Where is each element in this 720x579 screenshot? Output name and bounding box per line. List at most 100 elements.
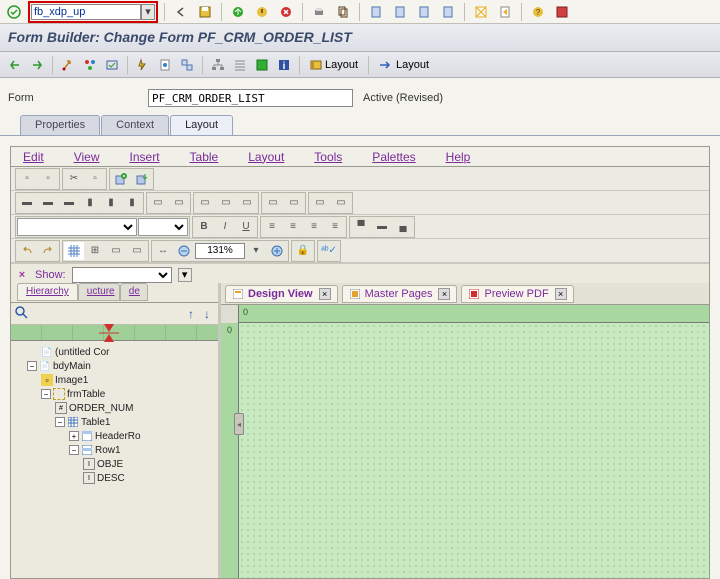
print-icon[interactable] (309, 2, 329, 22)
bold-button[interactable]: B (194, 218, 214, 236)
form-name-input[interactable] (148, 89, 353, 107)
text-align-center-icon[interactable]: ≡ (283, 218, 303, 236)
tree-untitled[interactable]: (untitled Cor (55, 347, 109, 358)
spellcheck-icon[interactable]: ᵃᵇ✓ (319, 242, 339, 260)
command-dropdown[interactable]: ▾ (141, 4, 155, 20)
tree-ordernum[interactable]: ORDER_NUM (69, 403, 133, 414)
snap-icon[interactable]: ⊞ (85, 242, 105, 260)
data-tab[interactable]: de (120, 283, 148, 301)
ok-icon[interactable] (4, 2, 24, 22)
lock-icon[interactable]: 🔒 (293, 242, 313, 260)
back-icon[interactable] (171, 2, 191, 22)
align-left-icon[interactable]: ▬ (17, 194, 37, 212)
align-bottom-icon[interactable]: ▮ (122, 194, 142, 212)
save-icon[interactable] (195, 2, 215, 22)
tab-close-icon[interactable]: × (438, 288, 450, 300)
tab-preview-pdf[interactable]: Preview PDF × (461, 285, 573, 303)
where-used-icon[interactable] (178, 56, 196, 74)
distribute-h-icon[interactable]: ▭ (148, 194, 168, 212)
window-icon[interactable] (253, 56, 271, 74)
same-width-icon[interactable]: ▭ (195, 194, 215, 212)
menu-layout[interactable]: Layout (248, 150, 284, 164)
up-icon[interactable] (228, 2, 248, 22)
test-icon[interactable] (156, 56, 174, 74)
help-icon[interactable]: ? (528, 2, 548, 22)
menu-edit[interactable]: Edit (23, 150, 44, 164)
menu-insert[interactable]: Insert (130, 150, 160, 164)
tree-desc[interactable]: DESC (97, 473, 125, 484)
tab-master-pages[interactable]: Master Pages × (342, 285, 458, 303)
page-next-icon[interactable] (414, 2, 434, 22)
redo-icon[interactable] (38, 242, 58, 260)
tree-table1[interactable]: Table1 (81, 417, 110, 428)
cancel-icon[interactable] (276, 2, 296, 22)
exit-icon[interactable] (252, 2, 272, 22)
menu-palettes[interactable]: Palettes (372, 150, 415, 164)
tab-context[interactable]: Context (101, 115, 169, 135)
new-icon[interactable]: ▫ (17, 170, 37, 188)
list-icon[interactable] (231, 56, 249, 74)
text-align-justify-icon[interactable]: ≡ (325, 218, 345, 236)
zoom-dropdown[interactable]: ▾ (246, 242, 266, 260)
same-height-icon[interactable]: ▭ (216, 194, 236, 212)
font-size-select[interactable] (138, 218, 188, 236)
align-top-icon[interactable]: ▮ (80, 194, 100, 212)
tree-toggle[interactable]: + (69, 431, 79, 441)
italic-button[interactable]: I (215, 218, 235, 236)
tree-bdymain[interactable]: bdyMain (53, 361, 91, 372)
align-center-h-icon[interactable]: ▬ (38, 194, 58, 212)
underline-button[interactable]: U (236, 218, 256, 236)
session-new-icon[interactable] (471, 2, 491, 22)
copy-icon[interactable]: ▫ (85, 170, 105, 188)
tab-layout[interactable]: Layout (170, 115, 233, 135)
cut-icon[interactable]: ✂ (64, 170, 84, 188)
undo-icon[interactable] (17, 242, 37, 260)
align-right-icon[interactable]: ▬ (59, 194, 79, 212)
guides-icon[interactable]: ▭ (127, 242, 147, 260)
menu-table[interactable]: Table (190, 150, 219, 164)
tree-obje[interactable]: OBJE (97, 459, 123, 470)
structure-tab[interactable]: ucture (78, 283, 120, 301)
tab-properties[interactable]: Properties (20, 115, 100, 135)
shortcut-icon[interactable] (495, 2, 515, 22)
ruler-marker-icon[interactable] (99, 324, 119, 342)
zoom-out-button[interactable] (174, 242, 194, 260)
valign-middle-icon[interactable]: ▬ (372, 218, 392, 236)
tab-close-icon[interactable]: × (319, 288, 331, 300)
tree-toggle[interactable]: − (55, 417, 65, 427)
find-icon[interactable] (333, 2, 353, 22)
tree-toggle[interactable]: − (41, 389, 51, 399)
show-dropdown-icon[interactable]: ▾ (178, 268, 192, 282)
library-add-icon[interactable] (111, 170, 131, 188)
command-input[interactable] (31, 4, 141, 20)
page-last-icon[interactable] (438, 2, 458, 22)
open-icon[interactable]: ▫ (38, 170, 58, 188)
font-family-select[interactable] (17, 218, 137, 236)
valign-top-icon[interactable]: ▀ (351, 218, 371, 236)
toggle-display-icon[interactable] (59, 56, 77, 74)
tree-toggle[interactable]: − (69, 445, 79, 455)
page-prev-icon[interactable] (390, 2, 410, 22)
menu-view[interactable]: View (74, 150, 100, 164)
tree-down-icon[interactable]: ↓ (200, 307, 214, 321)
check-icon[interactable] (103, 56, 121, 74)
library-save-icon[interactable] (132, 170, 152, 188)
search-icon[interactable] (15, 306, 31, 322)
nav-forward-icon[interactable] (28, 56, 46, 74)
fit-page-icon[interactable]: ↔ (153, 242, 173, 260)
zoom-input[interactable] (195, 243, 245, 259)
ungroup-icon[interactable]: ▭ (331, 194, 351, 212)
show-select[interactable] (72, 267, 172, 283)
hierarchy-icon[interactable] (209, 56, 227, 74)
tab-close-icon[interactable]: × (555, 288, 567, 300)
group-icon[interactable]: ▭ (310, 194, 330, 212)
customize-icon[interactable] (552, 2, 572, 22)
align-middle-icon[interactable]: ▮ (101, 194, 121, 212)
hierarchy-tab[interactable]: Hierarchy (17, 283, 78, 301)
layout-button-1[interactable]: Layout (306, 56, 362, 74)
activate-icon[interactable] (134, 56, 152, 74)
tree-toggle[interactable]: − (27, 361, 37, 371)
ruler-icon[interactable]: ▭ (106, 242, 126, 260)
center-h-icon[interactable]: ▭ (263, 194, 283, 212)
valign-bottom-icon[interactable]: ▄ (393, 218, 413, 236)
